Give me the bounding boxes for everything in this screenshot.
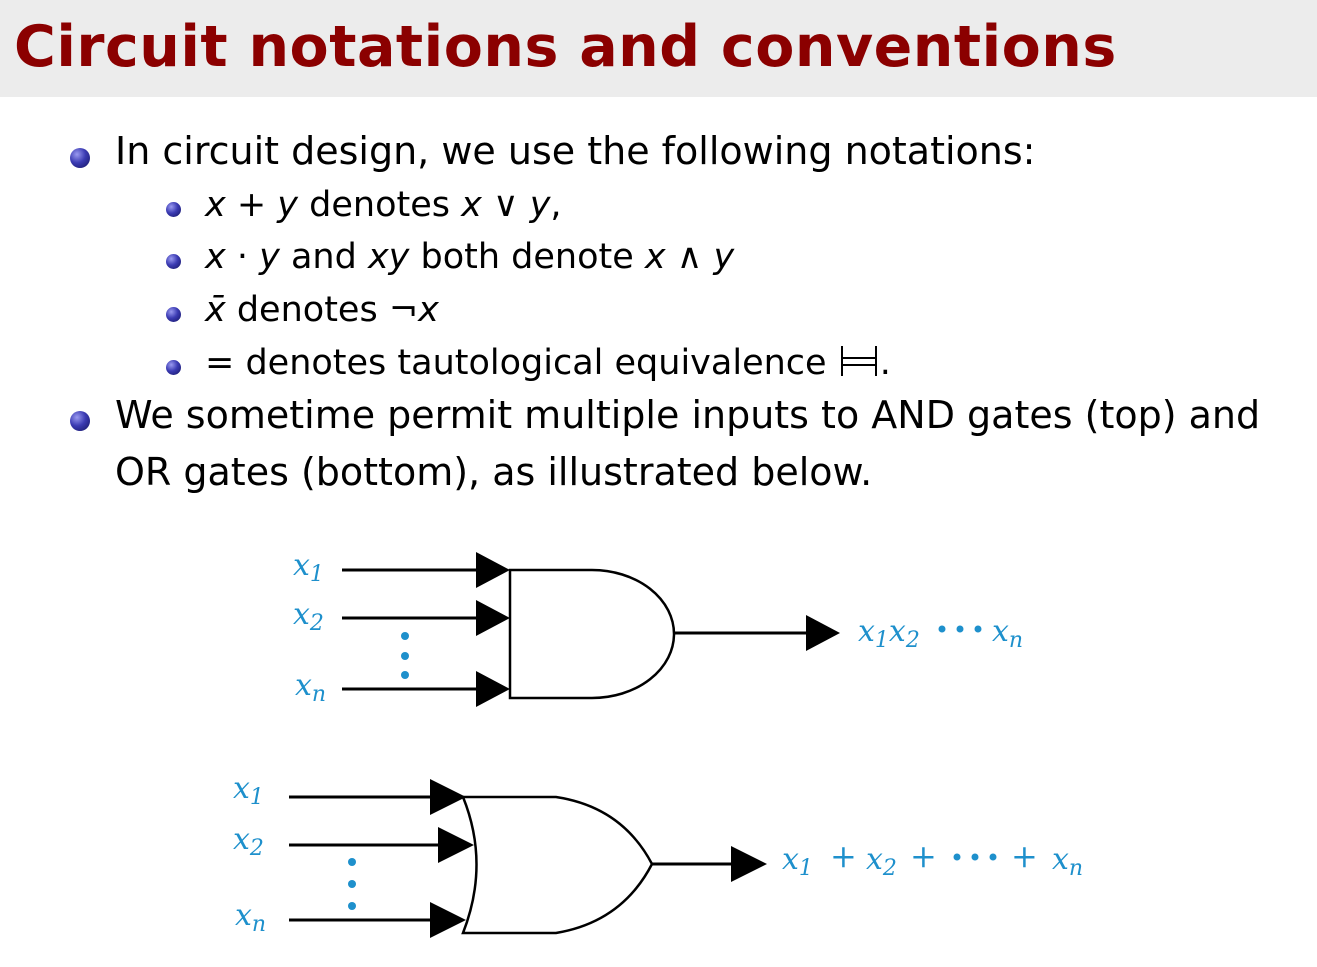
and-input-label-n: xn [295, 668, 326, 707]
or-ellipsis-dot [348, 880, 356, 888]
or-input-arrow-2 [438, 827, 474, 863]
and-output-label: x1x2 xn [858, 614, 1023, 653]
or-input-arrow-1 [430, 779, 466, 815]
or-input-label-2: x2 [233, 822, 264, 861]
and-input-arrow-1 [476, 552, 510, 588]
or-gate-body [461, 795, 654, 935]
and-input-arrow-2 [476, 600, 510, 636]
and-ellipsis-dot [401, 671, 409, 679]
svg-text:+: + [830, 837, 857, 875]
and-input-arrow-n [476, 671, 510, 707]
svg-text:+: + [910, 837, 937, 875]
and-gate-diagram: x1 x2 xn x1x2 xn [293, 548, 1023, 707]
or-output-arrow [731, 846, 767, 882]
svg-text:x1x2: x1x2 [858, 614, 920, 653]
and-gate-body [508, 568, 676, 700]
and-input-label-2: x2 [293, 597, 324, 636]
and-ellipsis-dot [401, 652, 409, 660]
or-output-label: x1 + x2 + + xn [782, 837, 1083, 881]
svg-text:+: + [1011, 837, 1038, 875]
or-input-arrow-n [430, 902, 466, 938]
and-ellipsis-dot [401, 632, 409, 640]
svg-text:x2: x2 [866, 842, 897, 881]
or-input-label-n: xn [235, 898, 266, 937]
svg-text:x1: x1 [782, 842, 813, 881]
and-output-arrow [806, 615, 840, 651]
and-input-label-1: x1 [293, 548, 324, 587]
svg-text:xn: xn [1052, 842, 1083, 881]
or-input-label-1: x1 [233, 771, 264, 810]
or-ellipsis-dot [348, 902, 356, 910]
or-ellipsis-dot [348, 858, 356, 866]
gates-diagram: x1 x2 xn x1x2 xn x1 x2 xn x1 + x2 + + xn [233, 548, 1083, 938]
svg-text:xn: xn [992, 614, 1023, 653]
or-gate-diagram: x1 x2 xn x1 + x2 + + xn [233, 771, 1083, 938]
